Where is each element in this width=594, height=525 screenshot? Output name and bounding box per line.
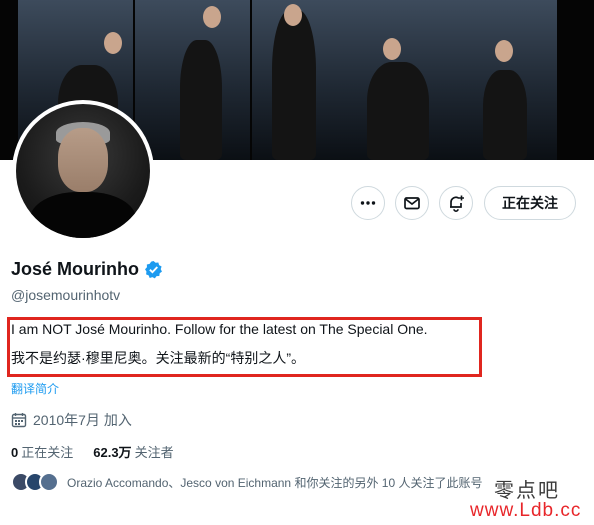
following-button[interactable]: 正在关注 [484,186,576,220]
bio-line-english: I am NOT José Mourinho. Follow for the l… [11,321,428,337]
following-stat[interactable]: 0 正在关注 [11,442,73,461]
bio-line-chinese: 我不是约瑟·穆里尼奥。关注最新的“特别之人”。 [11,350,305,366]
banner-photo-5 [455,0,557,160]
display-name: José Mourinho [11,259,140,279]
calendar-icon [11,413,27,428]
joined-date: 2010年7月 加入 [11,410,132,430]
banner-photo-3 [252,0,337,160]
name-row: José Mourinho [11,259,163,280]
mutual-avatars [11,472,59,492]
user-handle: @josemourinhotv [11,287,121,303]
mutual-avatar [39,472,59,492]
following-count: 0 [11,445,19,460]
banner-photo-4 [337,0,455,160]
notifications-button[interactable] [439,186,473,220]
followers-you-know[interactable]: Orazio Accomando、Jesco von Eichmann 和你关注… [11,472,482,492]
avatar-photo [16,104,150,238]
mail-icon [404,197,420,210]
following-label: 正在关注 [21,445,74,460]
translate-bio-link[interactable]: 翻译简介 [11,380,59,397]
followers-stat[interactable]: 62.3万 关注者 [93,442,173,461]
verified-badge-icon[interactable] [144,260,163,279]
message-button[interactable] [395,186,429,220]
more-icon [360,201,376,205]
avatar[interactable] [12,100,154,242]
joined-text: 2010年7月 加入 [33,412,132,428]
followers-you-know-text: Orazio Accomando、Jesco von Eichmann 和你关注… [67,475,483,490]
watermark-chinese: 零点吧 [494,478,560,502]
watermark-url: www.Ldb.cc [470,500,582,521]
bell-plus-icon [450,195,464,212]
profile-stats: 0 正在关注 62.3万 关注者 [11,442,174,461]
banner-photo-2 [135,0,250,160]
followers-label: 关注者 [134,445,174,460]
followers-count: 62.3万 [93,445,132,460]
more-button[interactable] [351,186,385,220]
